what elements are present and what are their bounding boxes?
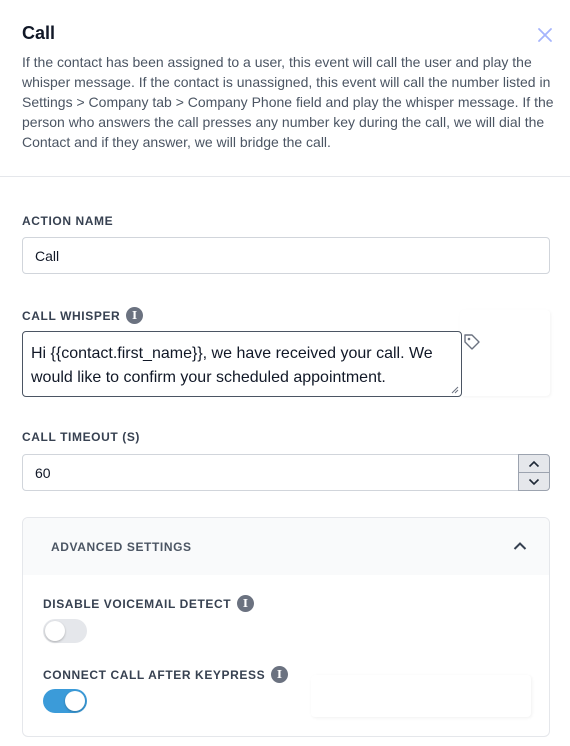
action-name-label: ACTION NAME: [22, 214, 113, 228]
chevron-up-icon: [513, 542, 527, 550]
modal-header: Call If the contact has been assigned to…: [0, 0, 570, 176]
advanced-settings-title: ADVANCED SETTINGS: [51, 540, 192, 554]
advanced-settings-toggle[interactable]: ADVANCED SETTINGS: [23, 518, 549, 575]
call-timeout-value: 60: [35, 464, 51, 481]
info-icon[interactable]: i: [237, 595, 255, 612]
call-whisper-label-text: CALL WHISPER: [22, 308, 121, 323]
connect-after-keypress-label: CONNECT CALL AFTER KEYPRESS i: [43, 666, 289, 683]
action-name-label-text: ACTION NAME: [22, 214, 114, 228]
toggle-knob: [65, 691, 85, 711]
call-timeout-input[interactable]: 60: [22, 454, 519, 491]
close-icon: [538, 28, 552, 42]
close-button[interactable]: [534, 24, 556, 46]
disable-voicemail-label-text: DISABLE VOICEMAIL DETECT: [43, 596, 232, 611]
resize-handle-icon[interactable]: [451, 386, 459, 394]
modal-description: If the contact has been assigned to a us…: [22, 54, 554, 150]
call-timeout-label-text: CALL TIMEOUT (S): [22, 430, 141, 444]
keypress-panel: [311, 675, 531, 717]
chevron-up-icon: [528, 460, 540, 467]
connect-after-keypress-label-text: CONNECT CALL AFTER KEYPRESS: [43, 667, 266, 682]
header-divider: [0, 176, 570, 177]
connect-after-keypress-toggle[interactable]: [43, 689, 87, 713]
toggle-knob: [45, 621, 65, 641]
timeout-stepper[interactable]: [518, 454, 550, 491]
disable-voicemail-toggle[interactable]: [43, 619, 87, 643]
call-timeout-label: CALL TIMEOUT (S): [22, 430, 140, 444]
action-name-value: Call: [35, 247, 60, 264]
call-whisper-textarea[interactable]: Hi {{contact.first_name}}, we have recei…: [22, 331, 462, 397]
advanced-settings-card: ADVANCED SETTINGS DISABLE VOICEMAIL DETE…: [22, 517, 550, 737]
timeout-decrement-button[interactable]: [519, 472, 549, 490]
disable-voicemail-label: DISABLE VOICEMAIL DETECT i: [43, 595, 255, 612]
modal-title: Call: [22, 23, 56, 43]
call-whisper-label: CALL WHISPER i: [22, 307, 144, 324]
chevron-down-icon: [528, 478, 540, 485]
info-icon[interactable]: i: [126, 307, 144, 324]
timeout-increment-button[interactable]: [519, 455, 549, 472]
merge-tag-button[interactable]: [462, 332, 484, 354]
call-whisper-value: Hi {{contact.first_name}}, we have recei…: [31, 345, 433, 386]
action-name-input[interactable]: Call: [22, 237, 550, 274]
info-icon[interactable]: i: [271, 666, 289, 683]
tag-icon: [464, 334, 480, 350]
